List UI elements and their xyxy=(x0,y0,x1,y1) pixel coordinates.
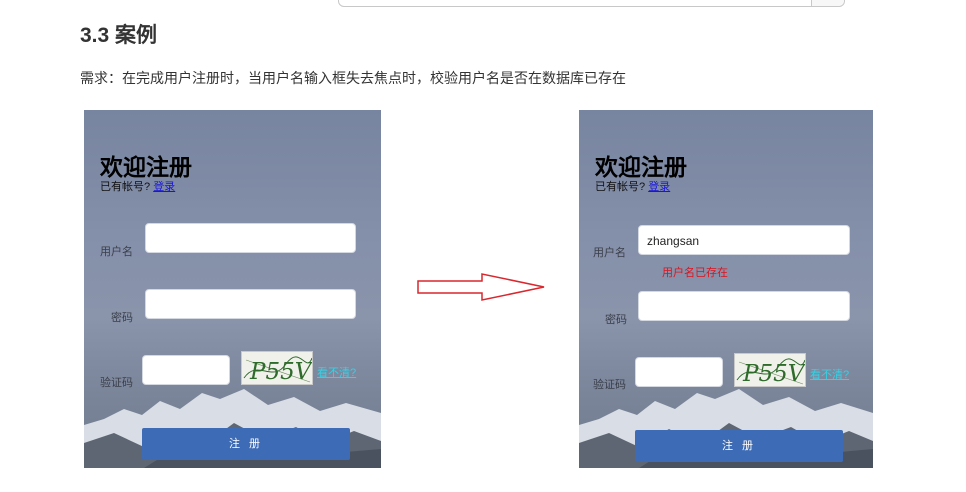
register-panel-after: 欢迎注册 已有帐号? 登录 用户名 zhangsan 用户名已存在 密码 验证码… xyxy=(579,110,873,468)
captcha-input[interactable] xyxy=(635,357,723,387)
has-account-text: 已有帐号? xyxy=(100,181,151,193)
register-button[interactable]: 注 册 xyxy=(142,428,350,460)
right-arrow-icon xyxy=(417,273,545,301)
unclear-link[interactable]: 看不清? xyxy=(810,366,849,382)
register-button[interactable]: 注 册 xyxy=(635,430,843,462)
captcha-text: P55V xyxy=(742,361,806,387)
login-prompt: 已有帐号? 登录 xyxy=(595,178,670,194)
top-cropped-button xyxy=(811,0,844,6)
login-link[interactable]: 登录 xyxy=(648,181,670,193)
username-label: 用户名 xyxy=(100,246,133,258)
password-label: 密码 xyxy=(605,314,627,326)
requirement-text: 需求：在完成用户注册时，当用户名输入框失去焦点时，校验用户名是否在数据库已存在 xyxy=(80,70,626,86)
captcha-text: P55V xyxy=(249,359,313,385)
captcha-label: 验证码 xyxy=(100,377,133,389)
section-title: 3.3 案例 xyxy=(80,24,158,47)
captcha-image[interactable]: P55V xyxy=(241,351,313,385)
captcha-noise-graphic: P55V xyxy=(736,358,806,387)
captcha-input[interactable] xyxy=(142,355,230,385)
captcha-label: 验证码 xyxy=(593,379,626,391)
unclear-link[interactable]: 看不清? xyxy=(317,364,356,380)
password-input[interactable] xyxy=(638,291,850,321)
register-panel-before: 欢迎注册 已有帐号? 登录 用户名 密码 验证码 P55V 看不清? 注 册 xyxy=(84,110,381,468)
login-prompt: 已有帐号? 登录 xyxy=(100,178,175,194)
login-link[interactable]: 登录 xyxy=(153,181,175,193)
username-input[interactable] xyxy=(145,223,356,253)
password-label: 密码 xyxy=(111,312,133,324)
top-cropped-input xyxy=(338,0,845,7)
has-account-text: 已有帐号? xyxy=(595,181,646,193)
captcha-image[interactable]: P55V xyxy=(734,353,806,387)
form-heading: 欢迎注册 xyxy=(100,154,192,180)
username-error: 用户名已存在 xyxy=(662,267,728,279)
password-input[interactable] xyxy=(145,289,356,319)
form-heading: 欢迎注册 xyxy=(595,154,687,180)
username-label: 用户名 xyxy=(593,247,626,259)
captcha-noise-graphic: P55V xyxy=(243,356,313,385)
username-input[interactable]: zhangsan xyxy=(638,225,850,255)
